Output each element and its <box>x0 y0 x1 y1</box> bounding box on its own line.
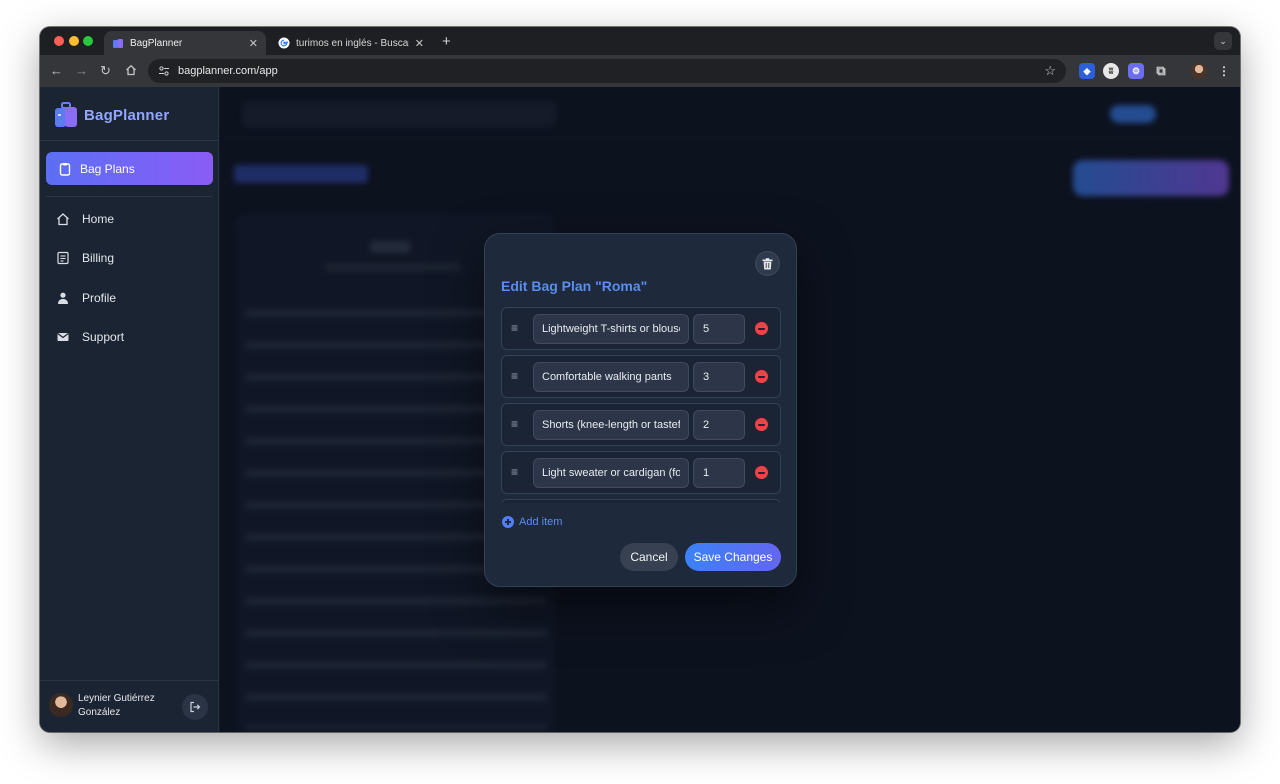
minimize-window-button[interactable] <box>69 36 79 46</box>
add-item-label: Add item <box>519 516 563 528</box>
clipboard-icon <box>59 162 71 176</box>
suitcase-logo-icon <box>55 102 77 127</box>
brand[interactable]: BagPlanner <box>54 102 169 128</box>
sidebar-item-label: Bag Plans <box>80 161 135 176</box>
url-text: bagplanner.com/app <box>178 65 278 77</box>
item-quantity-input[interactable] <box>693 362 745 392</box>
sidebar-item-billing[interactable]: Billing <box>56 251 114 265</box>
remove-item-icon[interactable] <box>755 370 768 383</box>
drag-handle-icon[interactable]: ≡ <box>511 465 518 479</box>
person-icon <box>58 292 68 304</box>
drag-handle-icon[interactable]: ≡ <box>511 321 518 335</box>
site-settings-icon[interactable] <box>158 65 170 77</box>
user-name: Leynier Gutiérrez González <box>78 693 155 718</box>
logout-icon <box>190 701 201 713</box>
brand-name: BagPlanner <box>84 106 170 124</box>
new-tab-button[interactable]: + <box>442 33 451 50</box>
sidebar-item-label: Support <box>82 330 125 344</box>
browser-toolbar: ← → ↻ bagplanner.com/app ☆ ◆ ʬ ⚙ ⧉ ⋮ <box>40 55 1240 87</box>
divider <box>40 140 219 141</box>
tab-close-icon[interactable]: ✕ <box>249 37 258 50</box>
receipt-icon <box>57 251 69 265</box>
bagplanner-favicon-icon <box>113 39 123 48</box>
remove-item-icon[interactable] <box>755 466 768 479</box>
maximize-window-button[interactable] <box>83 36 93 46</box>
sidebar-item-home[interactable]: Home <box>56 212 114 226</box>
home-icon <box>57 213 69 226</box>
app-root: BagPlanner Bag Plans Home Billing Profil… <box>40 87 1240 732</box>
remove-item-icon[interactable] <box>755 418 768 431</box>
browser-window: BagPlanner ✕ turimos en inglés - Buscar … <box>40 27 1240 732</box>
items-list[interactable]: ≡ ≡ ≡ ≡ <box>501 307 781 503</box>
list-item <box>501 499 781 503</box>
plus-circle-icon <box>502 516 514 528</box>
browser-menu-icon[interactable]: ⋮ <box>1216 63 1232 79</box>
home-button-icon[interactable] <box>125 64 137 76</box>
envelope-icon <box>57 333 69 341</box>
delete-plan-button[interactable] <box>755 251 780 276</box>
divider <box>46 196 213 197</box>
tab-search-chevron-icon[interactable]: ⌄ <box>1214 32 1232 50</box>
address-bar[interactable]: bagplanner.com/app ☆ <box>148 59 1066 83</box>
item-quantity-input[interactable] <box>693 410 745 440</box>
forward-arrow-icon[interactable]: → <box>75 63 88 79</box>
bookmark-star-icon[interactable]: ☆ <box>1044 63 1056 79</box>
extensions-puzzle-icon[interactable]: ⧉ <box>1153 63 1169 79</box>
item-name-input[interactable] <box>533 314 689 344</box>
user-panel: Leynier Gutiérrez González <box>40 680 219 732</box>
reload-icon[interactable]: ↻ <box>100 63 111 79</box>
bitwarden-extension-icon[interactable]: ◆ <box>1079 63 1095 79</box>
browser-tab-bagplanner[interactable]: BagPlanner ✕ <box>104 31 266 55</box>
list-item: ≡ <box>501 307 781 350</box>
browser-tab-google[interactable]: turimos en inglés - Buscar co ✕ <box>270 31 432 55</box>
list-item: ≡ <box>501 403 781 446</box>
sidebar-item-label: Home <box>82 212 115 226</box>
sidebar: BagPlanner Bag Plans Home Billing Profil… <box>40 87 219 732</box>
back-arrow-icon[interactable]: ← <box>50 63 63 79</box>
list-item: ≡ <box>501 355 781 398</box>
save-changes-button[interactable]: Save Changes <box>685 543 781 571</box>
google-favicon-icon <box>278 37 290 49</box>
avatar[interactable] <box>49 693 73 717</box>
add-item-button[interactable]: Add item <box>502 516 562 528</box>
drag-handle-icon[interactable]: ≡ <box>511 369 518 383</box>
tab-title: turimos en inglés - Buscar co <box>296 37 409 49</box>
item-quantity-input[interactable] <box>693 314 745 344</box>
extension-icon[interactable]: ʬ <box>1103 63 1119 79</box>
tab-title: BagPlanner <box>130 37 183 49</box>
close-window-button[interactable] <box>54 36 64 46</box>
remove-item-icon[interactable] <box>755 322 768 335</box>
modal-title: Edit Bag Plan "Roma" <box>501 278 648 294</box>
profile-avatar-icon[interactable] <box>1191 63 1207 79</box>
tab-strip: BagPlanner ✕ turimos en inglés - Buscar … <box>40 27 1240 55</box>
item-name-input[interactable] <box>533 410 689 440</box>
drag-handle-icon[interactable]: ≡ <box>511 417 518 431</box>
cancel-button[interactable]: Cancel <box>620 543 678 571</box>
sidebar-item-support[interactable]: Support <box>56 330 124 344</box>
item-quantity-input[interactable] <box>693 458 745 488</box>
sidebar-item-bag-plans[interactable]: Bag Plans <box>46 152 213 185</box>
trash-icon <box>762 257 773 269</box>
item-name-input[interactable] <box>533 458 689 488</box>
edit-bag-plan-modal: Edit Bag Plan "Roma" ≡ ≡ ≡ <box>484 233 797 587</box>
sidebar-item-label: Billing <box>82 251 115 265</box>
extension-gear-icon[interactable]: ⚙ <box>1128 63 1144 79</box>
sidebar-item-profile[interactable]: Profile <box>56 291 116 305</box>
logout-button[interactable] <box>182 694 208 720</box>
tab-close-icon[interactable]: ✕ <box>415 37 424 50</box>
sidebar-item-label: Profile <box>82 291 117 305</box>
list-item: ≡ <box>501 451 781 494</box>
item-name-input[interactable] <box>533 362 689 392</box>
